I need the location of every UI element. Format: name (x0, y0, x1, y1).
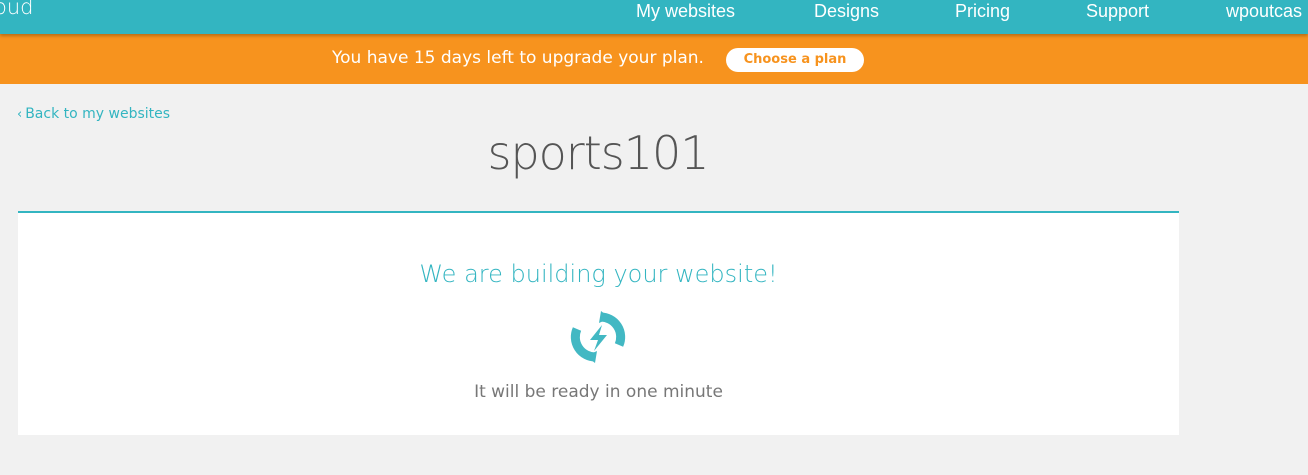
build-status-subtext: It will be ready in one minute (474, 382, 723, 402)
nav-item-pricing[interactable]: Pricing (955, 0, 1010, 22)
chevron-left-icon: ‹ (17, 107, 23, 122)
nav-item-designs[interactable]: Designs (814, 0, 879, 22)
top-navigation-bar: oud My websites Designs Pricing Support … (0, 0, 1308, 34)
nav-item-account[interactable]: wpoutcas (1226, 0, 1302, 22)
loading-spinner-icon (570, 311, 626, 363)
back-link-label: Back to my websites (25, 106, 171, 122)
upgrade-message: You have 15 days left to upgrade your pl… (332, 48, 704, 68)
nav-item-my-websites[interactable]: My websites (636, 0, 735, 22)
page-title: sports101 (487, 126, 709, 180)
upgrade-banner: You have 15 days left to upgrade your pl… (0, 34, 1308, 84)
build-status-heading: We are building your website! (419, 260, 778, 288)
build-status-panel: We are building your website! It will be… (18, 211, 1179, 435)
back-to-websites-link[interactable]: ‹ Back to my websites (17, 106, 170, 122)
brand-logo[interactable]: oud (0, 0, 34, 19)
choose-plan-button[interactable]: Choose a plan (726, 48, 864, 72)
nav-item-support[interactable]: Support (1086, 0, 1149, 22)
